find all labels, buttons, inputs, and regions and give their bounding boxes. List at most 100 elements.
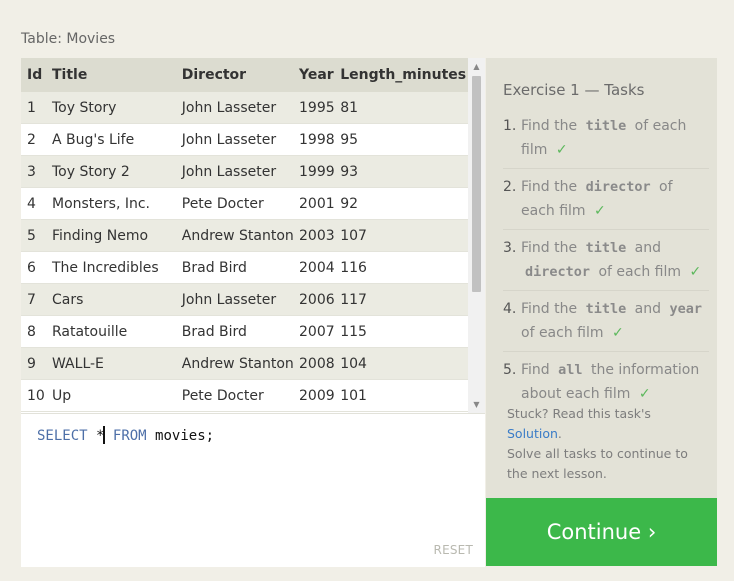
task-text: Find	[521, 362, 550, 378]
task-code: title	[585, 240, 627, 256]
sql-star: *	[96, 428, 105, 444]
table-row: 3 Toy Story 2 John Lasseter 1999 93	[21, 155, 468, 188]
cell-director: Brad Bird	[181, 315, 300, 348]
cell-year: 1998	[299, 123, 341, 156]
stuck-text: Stuck? Read this task's	[507, 406, 651, 421]
table-row: 4 Monsters, Inc. Pete Docter 2001 92	[21, 187, 468, 220]
solution-link[interactable]: Solution	[507, 426, 558, 441]
cell-director: Brad Bird	[181, 251, 300, 284]
cell-year: 2008	[299, 347, 341, 380]
text-caret	[103, 426, 106, 444]
table-row: 9 WALL-E Andrew Stanton 2008 104	[21, 347, 468, 380]
task-list: 1. Find the title of each film ✓ 2. Find…	[503, 114, 709, 418]
cell-id: 5	[21, 219, 52, 252]
tasks-panel: Exercise 1 — Tasks 1. Find the title of …	[486, 58, 717, 498]
task-code: director	[585, 179, 651, 195]
cell-length: 93	[340, 155, 468, 188]
task-number: 1.	[503, 118, 517, 134]
solve-all-text: Solve all tasks to continue to the next …	[507, 446, 688, 481]
cell-length: 117	[340, 283, 468, 316]
cell-title: Finding Nemo	[51, 219, 182, 252]
cell-title: WALL-E	[51, 347, 182, 380]
cell-director: John Lasseter	[181, 283, 300, 316]
cell-director: Andrew Stanton	[181, 347, 300, 380]
column-header-id: Id	[21, 58, 52, 92]
scrollbar-thumb[interactable]	[472, 76, 481, 292]
cell-id: 3	[21, 155, 52, 188]
reset-button[interactable]: RESET	[434, 543, 473, 557]
task-code: all	[558, 362, 583, 378]
cell-year: 2007	[299, 315, 341, 348]
task-text: Find the	[521, 118, 578, 134]
cell-director: Pete Docter	[181, 187, 300, 220]
column-header-director: Director	[181, 58, 300, 92]
cell-title: Ratatouille	[51, 315, 182, 348]
cell-year: 1995	[299, 92, 341, 124]
cell-title: Cars	[51, 283, 182, 316]
cell-length: 101	[340, 379, 468, 412]
cell-title: Monsters, Inc.	[51, 187, 182, 220]
table-header-row: Id Title Director Year Length_minutes	[21, 58, 468, 92]
cell-year: 2001	[299, 187, 341, 220]
cell-director: John Lasseter	[181, 123, 300, 156]
period-text: .	[557, 426, 562, 441]
cell-id: 7	[21, 283, 52, 316]
cell-director: Andrew Stanton	[181, 219, 300, 252]
task-text: Find the	[521, 179, 578, 195]
task-text: Find the	[521, 301, 578, 317]
cell-title: Toy Story 2	[51, 155, 182, 188]
sql-keyword-select: SELECT	[37, 428, 88, 444]
cell-id: 6	[21, 251, 52, 284]
left-panel: Id Title Director Year Length_minutes 1 …	[21, 58, 485, 567]
exercise-title: Exercise 1 — Tasks	[503, 81, 645, 99]
table-row: 2 A Bug's Life John Lasseter 1998 95	[21, 123, 468, 156]
task-code: year	[669, 301, 702, 317]
cell-length: 116	[340, 251, 468, 284]
check-icon: ✓	[638, 386, 651, 402]
task-text: of each film	[521, 325, 604, 341]
cell-length: 95	[340, 123, 468, 156]
task-text: of each film	[598, 264, 681, 280]
table-row: 1 Toy Story John Lasseter 1995 81	[21, 92, 468, 124]
check-icon: ✓	[555, 142, 568, 158]
sql-table-name: movies;	[155, 428, 215, 444]
task-number: 3.	[503, 240, 517, 256]
cell-length: 115	[340, 315, 468, 348]
task-text: Find the	[521, 240, 578, 256]
task-code: director	[525, 264, 591, 280]
cell-id: 1	[21, 92, 52, 124]
task-number: 5.	[503, 362, 517, 378]
cell-id: 9	[21, 347, 52, 380]
check-icon: ✓	[689, 264, 702, 280]
table-caption: Table: Movies	[21, 31, 116, 47]
scroll-down-arrow-icon[interactable]: ▼	[468, 396, 485, 413]
cell-title: A Bug's Life	[51, 123, 182, 156]
task-code: title	[585, 118, 627, 134]
cell-director: Pete Docter	[181, 379, 300, 412]
task-item: 3. Find the title and director of each f…	[503, 236, 709, 291]
task-item: 1. Find the title of each film ✓	[503, 114, 709, 169]
results-table-container: Id Title Director Year Length_minutes 1 …	[21, 58, 485, 413]
task-item: 4. Find the title and year of each film …	[503, 297, 709, 352]
continue-button[interactable]: Continue ›	[486, 498, 717, 566]
cell-id: 10	[21, 379, 52, 412]
table-row: 7 Cars John Lasseter 2006 117	[21, 283, 468, 316]
table-row: 8 Ratatouille Brad Bird 2007 115	[21, 315, 468, 348]
sql-query-text[interactable]: SELECT * FROM movies;	[37, 426, 214, 444]
task-text: and	[634, 240, 661, 256]
scroll-up-arrow-icon[interactable]: ▲	[468, 58, 485, 75]
help-text: Stuck? Read this task's Solution. Solve …	[507, 404, 707, 484]
cell-year: 2009	[299, 379, 341, 412]
cell-id: 4	[21, 187, 52, 220]
check-icon: ✓	[611, 325, 624, 341]
cell-length: 104	[340, 347, 468, 380]
task-item: 2. Find the director of each film ✓	[503, 175, 709, 230]
cell-year: 2003	[299, 219, 341, 252]
task-number: 2.	[503, 179, 517, 195]
column-header-title: Title	[51, 58, 182, 92]
cell-director: John Lasseter	[181, 155, 300, 188]
cell-length: 92	[340, 187, 468, 220]
table-scrollbar[interactable]: ▲ ▼	[468, 58, 485, 413]
sql-editor[interactable]: SELECT * FROM movies; RESET	[21, 413, 485, 567]
cell-length: 107	[340, 219, 468, 252]
